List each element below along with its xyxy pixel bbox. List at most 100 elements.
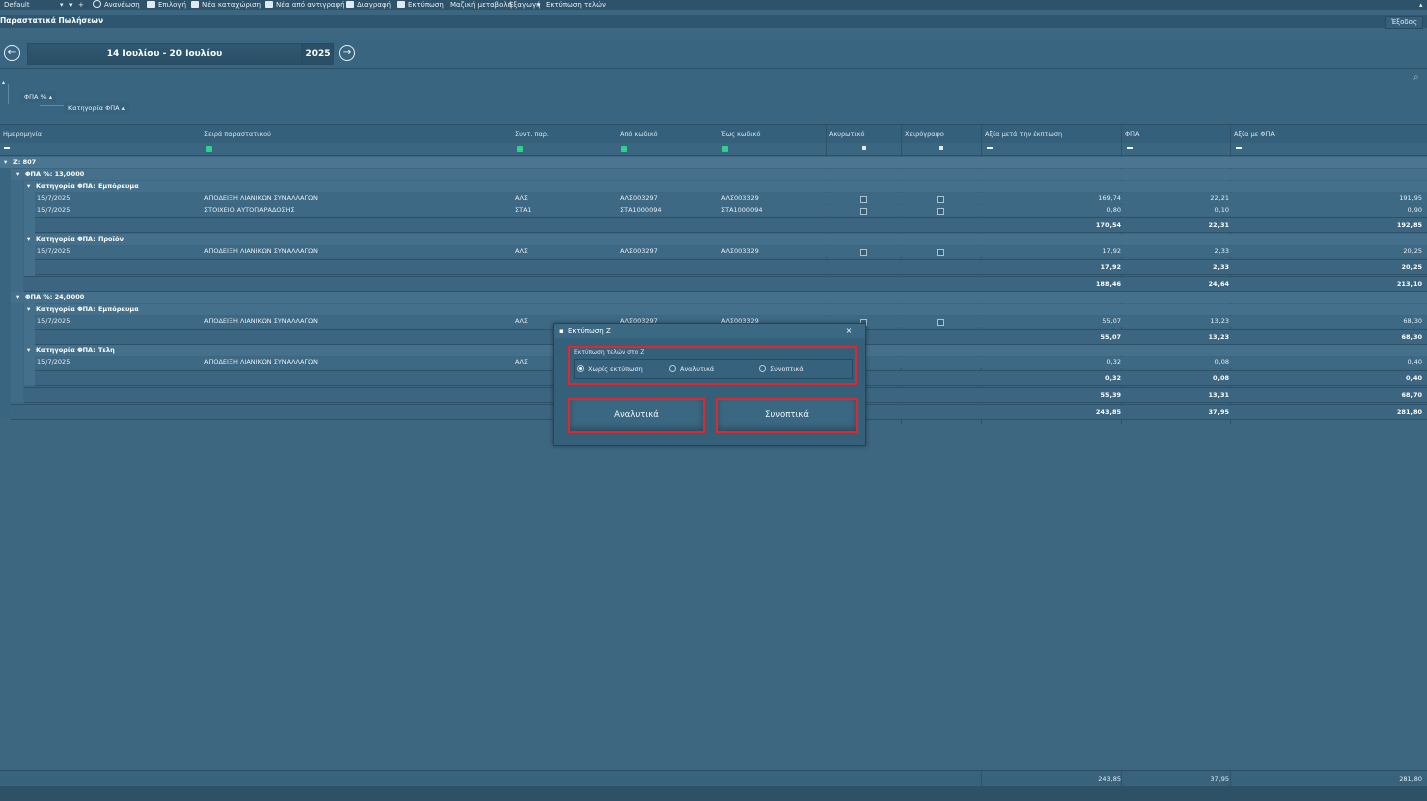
cell-from: ΑΛΣ003297 (620, 194, 658, 202)
cell-vat: 13,23 (1210, 317, 1229, 325)
sum-net: 17,92 (1100, 263, 1121, 271)
filter-abbr-icon[interactable] (517, 146, 523, 152)
group-chip-vat-category[interactable]: Κατηγορία ΦΠΑ ▴ (64, 102, 129, 114)
filter-to-icon[interactable] (722, 146, 728, 152)
select-button[interactable]: Επιλογή (147, 0, 186, 10)
chevron-down-icon[interactable]: ▾ (69, 0, 73, 10)
layout-select[interactable]: Default (4, 0, 30, 10)
year-display[interactable]: 2025 (302, 43, 334, 65)
filter-vat[interactable] (1127, 147, 1133, 149)
print-button[interactable]: Εκτύπωση (397, 0, 444, 10)
filter-from-icon[interactable] (621, 146, 627, 152)
cancel-checkbox[interactable] (860, 196, 867, 203)
copy-icon (265, 1, 273, 8)
filter-series-icon[interactable] (206, 146, 212, 152)
summary-print-button[interactable]: Συνοπτικά (716, 398, 858, 433)
next-week-button[interactable]: → (339, 45, 355, 61)
cell-date: 15/7/2025 (37, 206, 71, 214)
collapse-icon[interactable]: ▾ (27, 181, 30, 192)
total-net: 243,85 (1098, 775, 1121, 783)
cell-abbr: ΑΛΣ (515, 194, 528, 202)
new-from-copy-button[interactable]: Νέα από αντιγραφή (265, 0, 345, 10)
collapse-icon[interactable]: ▾ (27, 304, 30, 315)
column-header-abbr[interactable]: Συντ. παρ. (515, 130, 549, 138)
handwritten-checkbox[interactable] (937, 208, 944, 215)
printer-icon: ▪ (559, 327, 564, 335)
bulk-change-button[interactable]: Μαζική μεταβολή (450, 0, 512, 10)
cell-series: ΑΠΟΔΕΙΞΗ ΛΙΑΝΙΚΩΝ ΣΥΝΑΛΛΑΓΩΝ (204, 194, 318, 202)
cell-net: 169,74 (1098, 194, 1121, 202)
column-header-date[interactable]: Ημερομηνία (3, 130, 42, 138)
group-chip-label: Κατηγορία ΦΠΑ (68, 104, 120, 112)
group-row-vat13-cat2[interactable]: ▾ Κατηγορία ΦΠΑ: Προϊόν (24, 234, 1427, 245)
group-summary-row: 170,54 22,31 192,85 (35, 217, 1427, 233)
group-chip-vat-percent[interactable]: ΦΠΑ % ▴ (20, 91, 57, 103)
sum-gross: 281,80 (1396, 408, 1422, 416)
collapse-icon[interactable]: ▾ (16, 169, 19, 180)
collapse-icon[interactable]: ▾ (27, 345, 30, 356)
sum-net: 188,46 (1095, 280, 1121, 288)
column-header-net-value[interactable]: Αξία μετά την έκπτωση (985, 130, 1062, 138)
radio-detailed[interactable]: Αναλυτικά (669, 365, 714, 373)
column-header-to-code[interactable]: Έως κωδικό (721, 130, 760, 138)
collapse-icon[interactable]: ▾ (16, 292, 19, 303)
detailed-print-button[interactable]: Αναλυτικά (568, 398, 705, 433)
group-row-vat13-cat1[interactable]: ▾ Κατηγορία ΦΠΑ: Εμπόρευμα (24, 181, 1427, 192)
handwritten-checkbox[interactable] (937, 249, 944, 256)
cell-vat: 22,21 (1210, 194, 1229, 202)
collapse-icon[interactable]: ▾ (27, 234, 30, 245)
table-row[interactable]: 15/7/2025 ΑΠΟΔΕΙΞΗ ΛΙΑΝΙΚΩΝ ΣΥΝΑΛΛΑΓΩΝ Α… (35, 193, 1427, 204)
sum-net: 55,07 (1100, 333, 1121, 341)
delete-button[interactable]: Διαγραφή (346, 0, 391, 10)
group-row-z[interactable]: ▾ Z: 807 (0, 157, 1427, 168)
group-indent (11, 169, 23, 402)
sort-up-icon[interactable]: ▴ (2, 79, 5, 86)
add-icon[interactable]: + (78, 0, 84, 10)
column-header-series[interactable]: Σειρά παραστατικού (204, 130, 271, 138)
filter-net[interactable] (987, 147, 993, 149)
radio-summary[interactable]: Συνοπτικά (759, 365, 804, 373)
collapse-icon[interactable]: ▾ (4, 157, 7, 168)
radio-no-print[interactable]: Χωρίς εκτύπωση (577, 365, 643, 373)
group-row-vat24[interactable]: ▾ ΦΠΑ %: 24,0000 (11, 292, 1427, 303)
exit-button[interactable]: Έξοδος (1385, 16, 1423, 29)
group-summary-row: 188,46 24,64 213,10 (24, 276, 1427, 292)
sum-vat: 13,31 (1208, 391, 1229, 399)
cell-gross: 191,95 (1399, 194, 1422, 202)
chevron-up-icon[interactable]: ▴ (1419, 0, 1423, 10)
handwritten-checkbox[interactable] (937, 319, 944, 326)
cancel-checkbox[interactable] (860, 208, 867, 215)
search-icon[interactable]: ⌕ (1413, 72, 1419, 83)
column-header-vat[interactable]: ΦΠΑ (1125, 130, 1139, 138)
cell-net: 17,92 (1102, 247, 1121, 255)
chevron-down-icon[interactable]: ▾ (60, 0, 64, 10)
sum-net: 55,39 (1100, 391, 1121, 399)
new-entry-button[interactable]: Νέα καταχώριση (191, 0, 261, 10)
cell-net: 55,07 (1102, 317, 1121, 325)
table-row[interactable]: 15/7/2025 ΑΠΟΔΕΙΞΗ ΛΙΑΝΙΚΩΝ ΣΥΝΑΛΛΑΓΩΝ Α… (35, 246, 1427, 257)
column-header-handwritten[interactable]: Χειρόγραφο (905, 130, 944, 138)
group-connector (40, 105, 64, 106)
table-row[interactable]: 15/7/2025 ΣΤΟΙΧΕΙΟ ΑΥΤΟΠΑΡΑΔΟΣΗΣ ΣΤΑ1 ΣΤ… (35, 205, 1427, 216)
previous-week-button[interactable]: ← (4, 45, 20, 61)
group-row-vat13[interactable]: ▾ ΦΠΑ %: 13,0000 (11, 169, 1427, 180)
week-range[interactable]: 14 Ιουλίου - 20 Ιουλίου (27, 43, 302, 65)
print-fees-button[interactable]: Εκτύπωση τελών (546, 0, 606, 10)
group-row-vat24-cat1[interactable]: ▾ Κατηγορία ΦΠΑ: Εμπόρευμα (24, 304, 1427, 315)
filter-handwritten-checkbox[interactable] (939, 146, 943, 150)
handwritten-checkbox[interactable] (937, 196, 944, 203)
filter-date[interactable] (4, 147, 10, 149)
export-button[interactable]: Εξαγωγή (509, 0, 541, 10)
chevron-down-icon[interactable]: ▾ (537, 0, 541, 10)
close-button[interactable]: × (843, 326, 855, 336)
cancel-checkbox[interactable] (860, 249, 867, 256)
refresh-button[interactable]: Ανανέωση (93, 0, 140, 10)
column-header-from-code[interactable]: Από κωδικό (620, 130, 658, 138)
group-by-panel: ▴ ΦΠΑ % ▴ Κατηγορία ΦΠΑ ▴ ⌕ (0, 69, 1427, 124)
filter-cancel-checkbox[interactable] (862, 146, 866, 150)
filter-gross[interactable] (1236, 147, 1242, 149)
cell-to: ΣΤΑ1000094 (721, 206, 763, 214)
column-header-cancel[interactable]: Ακυρωτικό (829, 130, 865, 138)
printer-icon (397, 1, 405, 8)
column-header-gross-value[interactable]: Αξία με ΦΠΑ (1234, 130, 1275, 138)
